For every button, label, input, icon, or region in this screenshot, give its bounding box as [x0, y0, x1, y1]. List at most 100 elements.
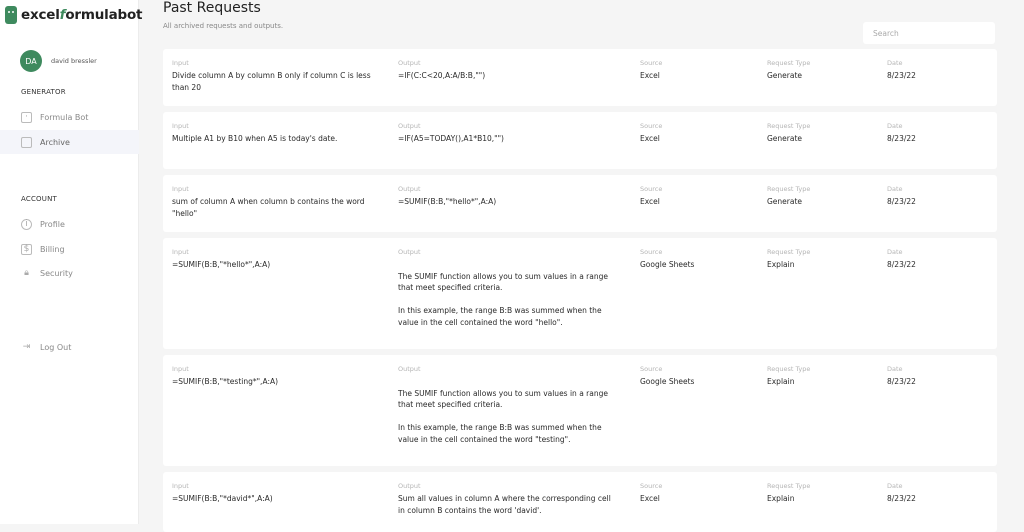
type-label: Request Type — [767, 59, 811, 67]
input-cell: Input =SUMIF(B:B,"*hello*",A:A) — [172, 248, 372, 271]
type-label: Request Type — [767, 248, 811, 256]
output-cell: Output =SUMIF(B:B,"*hello*",A:A) — [398, 185, 618, 208]
date-label: Date — [887, 122, 903, 130]
input-label: Input — [172, 122, 189, 130]
source-label: Source — [640, 248, 663, 256]
input-value: Divide column A by column B only if colu… — [172, 71, 371, 92]
output-cell: Output =IF(C:C<20,A:A/B:B,"") — [398, 59, 618, 82]
logo-text-suffix: ormulabot — [65, 7, 143, 23]
source-label: Source — [640, 365, 663, 373]
output-value: =IF(C:C<20,A:A/B:B,"") — [398, 71, 486, 80]
logo[interactable]: excelformulabot — [5, 6, 142, 24]
date-value: 8/23/22 — [887, 71, 916, 80]
logo-text-prefix: excel — [21, 7, 60, 23]
request-card[interactable]: Input =SUMIF(B:B,"*testing*",A:A) Output T… — [163, 355, 997, 466]
sidebar-item-profile[interactable]: i Profile — [0, 212, 139, 236]
sidebar-item-billing[interactable]: $ Billing — [0, 237, 139, 261]
date-label: Date — [887, 185, 903, 193]
output-value: Sum all values in column A where the cor… — [398, 494, 611, 515]
output-label: Output — [398, 248, 421, 256]
source-value: Excel — [640, 197, 660, 206]
sidebar-item-label: Archive — [40, 137, 70, 147]
logout-icon: ⇥ — [22, 342, 31, 352]
sidebar-item-archive[interactable]: Archive — [0, 130, 139, 154]
bot-icon: · — [21, 111, 32, 123]
logout-label: Log Out — [40, 342, 72, 352]
type-label: Request Type — [767, 365, 811, 373]
type-cell: Request Type Explain — [767, 482, 877, 505]
archive-icon — [21, 136, 32, 148]
logout-button[interactable]: ⇥ Log Out — [0, 335, 139, 359]
input-cell: Input =SUMIF(B:B,"*david*",A:A) — [172, 482, 372, 505]
request-card[interactable]: Input Divide column A by column B only if… — [163, 49, 997, 106]
source-label: Source — [640, 59, 663, 67]
page-title: Past Requests — [163, 0, 261, 16]
request-card[interactable]: Input =SUMIF(B:B,"*hello*",A:A) Output The… — [163, 238, 997, 349]
source-label: Source — [640, 122, 663, 130]
type-label: Request Type — [767, 482, 811, 490]
type-value: Explain — [767, 494, 795, 503]
user-name: david bressler — [51, 57, 97, 65]
type-cell: Request Type Explain — [767, 248, 877, 271]
date-value: 8/23/22 — [887, 197, 916, 206]
output-value: =SUMIF(B:B,"*hello*",A:A) — [398, 197, 497, 206]
input-value: sum of column A when column b contains t… — [172, 197, 365, 218]
type-value: Generate — [767, 197, 803, 206]
source-cell: Source Excel — [640, 185, 750, 208]
type-label: Request Type — [767, 185, 811, 193]
avatar: DA — [20, 50, 42, 72]
source-cell: Source Google Sheets — [640, 248, 750, 271]
date-cell: Date 8/23/22 — [887, 59, 987, 82]
date-value: 8/23/22 — [887, 377, 916, 386]
input-label: Input — [172, 185, 189, 193]
output-cell: Output The SUMIF function allows you to … — [398, 365, 618, 445]
date-cell: Date 8/23/22 — [887, 365, 987, 388]
date-label: Date — [887, 59, 903, 67]
type-cell: Request Type Generate — [767, 59, 877, 82]
output-label: Output — [398, 185, 421, 193]
source-value: Google Sheets — [640, 260, 695, 269]
type-value: Explain — [767, 260, 795, 269]
sidebar-item-label: Billing — [40, 244, 65, 254]
info-icon: i — [21, 218, 32, 230]
type-value: Generate — [767, 134, 803, 143]
output-cell: Output The SUMIF function allows you to … — [398, 248, 618, 328]
lock-icon: 🔒︎ — [24, 268, 29, 278]
source-cell: Source Excel — [640, 59, 750, 82]
output-value: =IF(A5=TODAY(),A1*B10,"") — [398, 134, 504, 143]
search-input[interactable] — [863, 22, 995, 44]
input-cell: Input Multiple A1 by B10 when A5 is today… — [172, 122, 372, 145]
sidebar-item-formula-bot[interactable]: · Formula Bot — [0, 105, 139, 129]
dollar-icon: $ — [21, 243, 32, 255]
input-value: =SUMIF(B:B,"*testing*",A:A) — [172, 377, 279, 386]
sidebar-item-label: Formula Bot — [40, 112, 89, 122]
user-profile: DA david bressler — [20, 50, 97, 72]
output-value: The SUMIF function allows you to sum val… — [398, 271, 608, 327]
type-label: Request Type — [767, 122, 811, 130]
input-cell: Input =SUMIF(B:B,"*testing*",A:A) — [172, 365, 372, 388]
input-label: Input — [172, 248, 189, 256]
input-cell: Input sum of column A when column b conta… — [172, 185, 372, 219]
generator-heading: GENERATOR — [21, 88, 66, 96]
type-cell: Request Type Generate — [767, 122, 877, 145]
type-cell: Request Type Generate — [767, 185, 877, 208]
date-cell: Date 8/23/22 — [887, 248, 987, 271]
type-value: Generate — [767, 71, 803, 80]
request-card[interactable]: Input =SUMIF(B:B,"*david*",A:A) Output Sum … — [163, 472, 997, 532]
sidebar-item-security[interactable]: 🔒︎ Security — [0, 261, 139, 285]
date-cell: Date 8/23/22 — [887, 185, 987, 208]
type-value: Explain — [767, 377, 795, 386]
date-label: Date — [887, 482, 903, 490]
bot-logo-icon — [5, 6, 17, 24]
sidebar: excelformulabot DA david bressler GENERA… — [0, 0, 142, 524]
date-label: Date — [887, 365, 903, 373]
request-card[interactable]: Input Multiple A1 by B10 when A5 is today… — [163, 112, 997, 169]
date-value: 8/23/22 — [887, 134, 916, 143]
input-label: Input — [172, 59, 189, 67]
page-subtitle: All archived requests and outputs. — [163, 22, 284, 30]
source-value: Google Sheets — [640, 377, 695, 386]
request-card[interactable]: Input sum of column A when column b conta… — [163, 175, 997, 232]
input-value: =SUMIF(B:B,"*david*",A:A) — [172, 494, 273, 503]
source-value: Excel — [640, 494, 660, 503]
output-label: Output — [398, 365, 421, 373]
